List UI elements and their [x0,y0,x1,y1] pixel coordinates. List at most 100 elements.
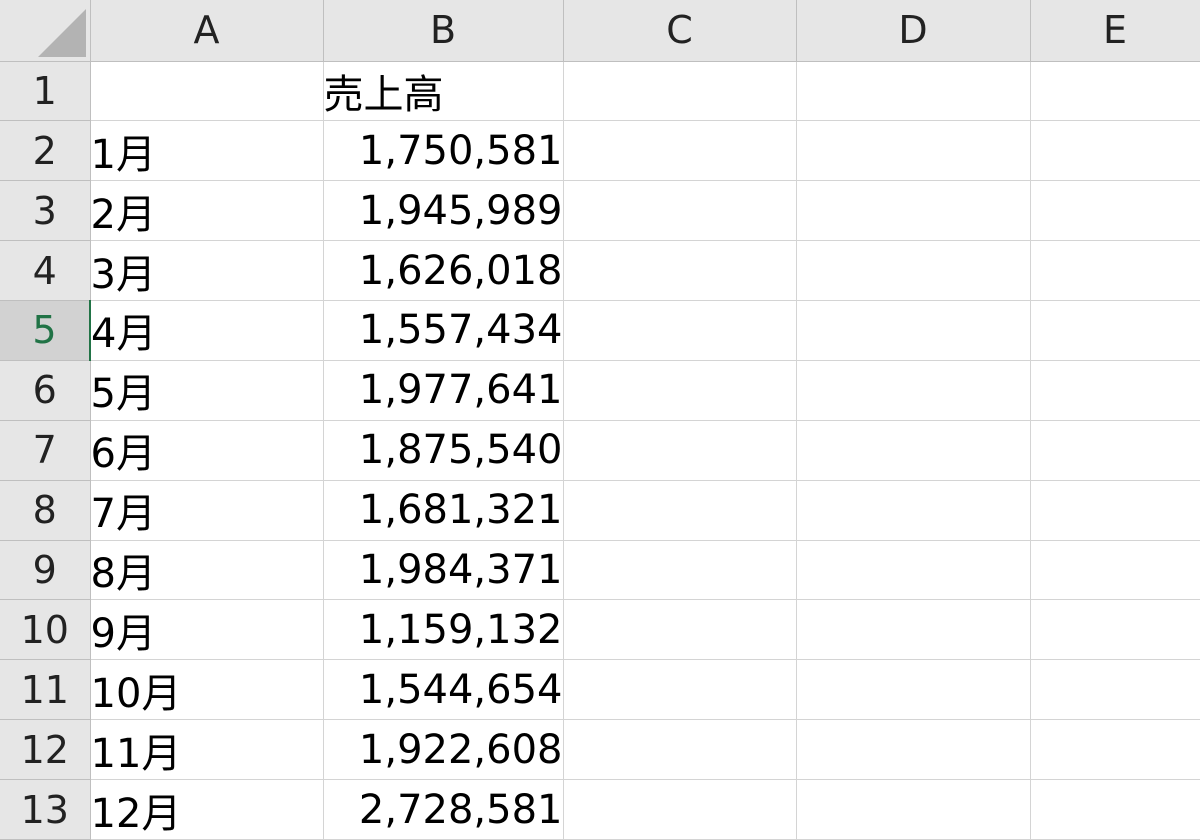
month-cell[interactable]: 2月 [90,180,324,242]
cell[interactable] [796,659,1031,721]
sales-cell[interactable]: 1,750,581 [323,120,564,182]
sales-cell[interactable]: 1,557,434 [323,300,564,361]
cell[interactable] [563,540,797,601]
row-header[interactable]: 8 [0,480,91,541]
row-header[interactable]: 2 [0,120,91,182]
row-header[interactable]: 12 [0,719,91,780]
sales-cell[interactable]: 1,544,654 [323,659,564,721]
cell[interactable] [796,240,1031,301]
cell[interactable] [1030,240,1200,301]
row-header[interactable]: 10 [0,599,91,661]
cell[interactable] [563,300,797,361]
sales-cell[interactable]: 1,159,132 [323,599,564,661]
cell[interactable] [563,360,797,421]
cell[interactable] [1030,779,1200,840]
cell[interactable] [563,240,797,301]
row-header[interactable]: 3 [0,180,91,242]
cell[interactable] [1030,420,1200,481]
table-row: 1 売上高 [0,61,1200,122]
row-header[interactable]: 5 [0,300,91,361]
column-header-b[interactable]: B [323,0,564,62]
select-all-corner[interactable] [0,0,91,62]
row-header[interactable]: 9 [0,540,91,601]
cell[interactable] [796,540,1031,601]
cell[interactable] [1030,659,1200,721]
row-header[interactable]: 11 [0,659,91,721]
sales-cell[interactable]: 1,945,989 [323,180,564,242]
cell[interactable] [563,599,797,661]
cell[interactable] [796,120,1031,182]
month-cell[interactable]: 9月 [90,599,324,661]
cell-b1[interactable]: 売上高 [323,61,564,122]
cell[interactable] [563,420,797,481]
table-row: 7 6月 1,875,540 [0,420,1200,481]
cell[interactable] [1030,480,1200,541]
month-cell[interactable]: 3月 [90,240,324,301]
month-cell[interactable]: 5月 [90,360,324,421]
cell[interactable] [1030,719,1200,780]
sales-cell[interactable]: 1,681,321 [323,480,564,541]
row-header[interactable]: 6 [0,360,91,421]
sales-cell[interactable]: 1,984,371 [323,540,564,601]
table-row: 11 10月 1,544,654 [0,659,1200,721]
month-cell[interactable]: 8月 [90,540,324,601]
table-row: 2 1月 1,750,581 [0,120,1200,182]
table-row: 6 5月 1,977,641 [0,360,1200,421]
row-header[interactable]: 13 [0,779,91,840]
row-header[interactable]: 7 [0,420,91,481]
spreadsheet-grid: A B C D E 1 売上高 2 1月 1,750,581 3 2月 1,945,989… [0,0,1200,840]
cell[interactable] [563,180,797,242]
table-row: 10 9月 1,159,132 [0,599,1200,661]
sales-cell[interactable]: 1,626,018 [323,240,564,301]
month-cell[interactable]: 1月 [90,120,324,182]
cell[interactable] [796,779,1031,840]
cell[interactable] [796,180,1031,242]
cell[interactable] [1030,120,1200,182]
cell[interactable] [563,779,797,840]
month-cell[interactable]: 12月 [90,779,324,840]
table-row: 12 11月 1,922,608 [0,719,1200,780]
cell[interactable] [1030,540,1200,601]
column-header-row: A B C D E [0,0,1200,62]
column-header-c[interactable]: C [563,0,797,62]
cell[interactable] [796,300,1031,361]
table-row: 13 12月 2,728,581 [0,779,1200,840]
month-cell[interactable]: 4月 [90,300,324,361]
select-all-triangle-icon [37,8,86,57]
month-cell[interactable]: 10月 [90,659,324,721]
table-row: 4 3月 1,626,018 [0,240,1200,301]
table-row: 8 7月 1,681,321 [0,480,1200,541]
sales-cell[interactable]: 1,875,540 [323,420,564,481]
sales-cell[interactable]: 1,922,608 [323,719,564,780]
table-row: 5 4月 1,557,434 [0,300,1200,361]
month-cell[interactable]: 6月 [90,420,324,481]
table-row: 3 2月 1,945,989 [0,180,1200,242]
row-header[interactable]: 4 [0,240,91,301]
cell[interactable] [1030,599,1200,661]
sales-cell[interactable]: 2,728,581 [323,779,564,840]
cell-a1[interactable] [90,61,324,122]
cell[interactable] [563,120,797,182]
cell[interactable] [563,659,797,721]
row-header[interactable]: 1 [0,61,91,122]
month-cell[interactable]: 11月 [90,719,324,780]
cell[interactable] [1030,61,1200,122]
month-cell[interactable]: 7月 [90,480,324,541]
cell[interactable] [796,480,1031,541]
cell[interactable] [1030,360,1200,421]
cell[interactable] [796,719,1031,780]
cell[interactable] [1030,300,1200,361]
sales-cell[interactable]: 1,977,641 [323,360,564,421]
cell[interactable] [563,719,797,780]
cell[interactable] [796,599,1031,661]
cell[interactable] [563,480,797,541]
column-header-d[interactable]: D [796,0,1031,62]
cell[interactable] [1030,180,1200,242]
cell[interactable] [796,61,1031,122]
column-header-a[interactable]: A [90,0,324,62]
cell[interactable] [796,420,1031,481]
cell[interactable] [563,61,797,122]
cell[interactable] [796,360,1031,421]
column-header-e[interactable]: E [1030,0,1200,62]
table-row: 9 8月 1,984,371 [0,540,1200,601]
